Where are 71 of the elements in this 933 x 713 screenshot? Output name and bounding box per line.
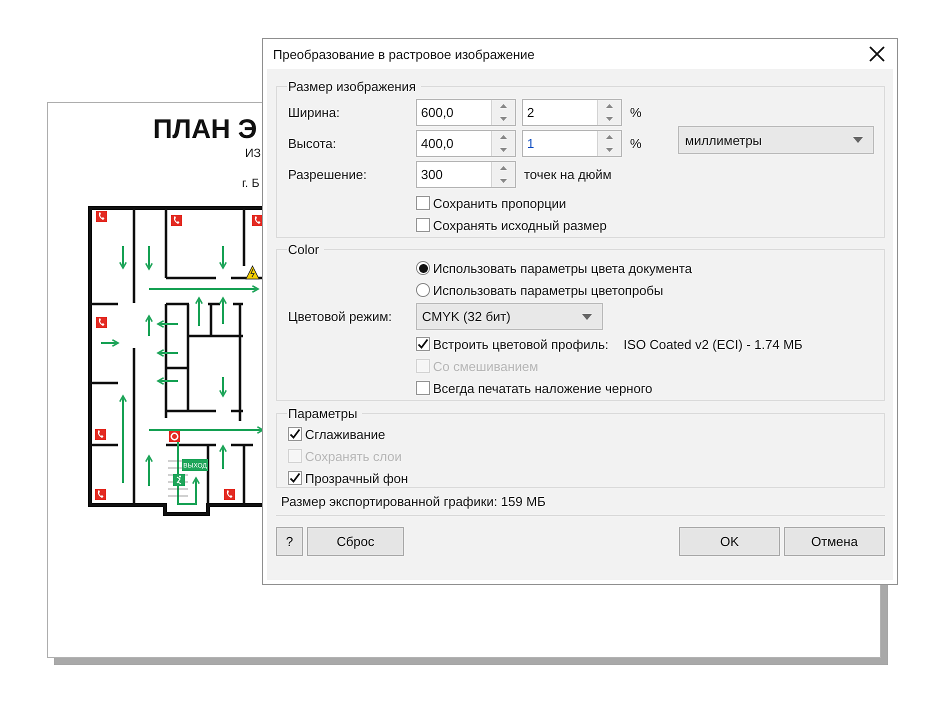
number-field[interactable]: 300: [416, 161, 516, 188]
up-caret-icon[interactable]: [500, 135, 507, 140]
field-label: Разрешение:: [288, 167, 368, 182]
number-field[interactable]: 400,0: [416, 130, 516, 157]
checkbox-label: Всегда печатать наложение черного: [433, 380, 652, 396]
up-caret-icon[interactable]: [606, 104, 613, 108]
checkbox[interactable]: [416, 218, 430, 232]
checkbox[interactable]: [288, 427, 302, 441]
phone-icon: [96, 211, 107, 222]
up-caret-icon[interactable]: [500, 104, 507, 108]
warning-icon: [245, 265, 260, 280]
export-size-text: Размер экспортированной графики: 159 МБ: [281, 494, 547, 510]
radio-button[interactable]: [416, 261, 430, 275]
close-button[interactable]: [868, 45, 886, 63]
down-caret-icon[interactable]: [606, 148, 613, 152]
up-caret-icon[interactable]: [500, 166, 507, 170]
checkbox-label: Встроить цветовой профиль:: [433, 336, 609, 352]
unit-label: %: [630, 136, 642, 151]
dropdown-caret-icon: [582, 314, 592, 320]
phone-icon: [171, 215, 182, 226]
dropdown-caret-icon: [853, 137, 863, 143]
field-label: Ширина:: [288, 105, 341, 120]
group-title: Размер изображения: [287, 79, 417, 94]
percent-field[interactable]: 1: [522, 130, 622, 157]
check-icon: [289, 428, 301, 440]
plan-address: г. Б: [242, 176, 260, 190]
help-button[interactable]: ?: [276, 527, 303, 556]
cancel-button[interactable]: Отмена: [784, 527, 885, 556]
group-title: Параметры: [287, 406, 358, 421]
field-label: Высота:: [288, 136, 338, 151]
checkbox-label: Сглаживание: [305, 426, 386, 442]
window-title: Преобразование в растровое изображение: [273, 46, 535, 62]
down-caret-icon[interactable]: [500, 116, 507, 121]
phone-icon: [96, 317, 107, 328]
checkbox[interactable]: [416, 381, 430, 395]
checkbox[interactable]: [416, 337, 430, 351]
plan-title: ПЛАН Э: [153, 114, 258, 145]
down-caret-icon[interactable]: [500, 148, 507, 152]
checkbox-label: Со смешиванием: [433, 358, 538, 374]
unit-label: %: [630, 105, 642, 120]
color-mode-dropdown[interactable]: CMYK (32 бит): [416, 303, 603, 330]
number-field[interactable]: 600,0: [416, 99, 516, 126]
phone-icon: [95, 429, 106, 440]
check-icon: [417, 338, 429, 350]
ok-button[interactable]: OK: [679, 527, 780, 556]
phone-icon: [95, 489, 106, 500]
running-figure-icon: [173, 474, 185, 486]
units-dropdown[interactable]: миллиметры: [678, 126, 874, 154]
close-icon: [869, 46, 885, 62]
radio-button[interactable]: [416, 283, 430, 297]
checkbox-label: Прозрачный фон: [305, 470, 408, 486]
down-caret-icon[interactable]: [606, 116, 613, 121]
field-label: Цветовой режим:: [288, 309, 393, 324]
up-caret-icon[interactable]: [606, 135, 613, 140]
checkbox-label: Сохранять исходный размер: [433, 218, 607, 232]
checkbox[interactable]: [416, 196, 430, 210]
checkbox[interactable]: [288, 471, 302, 485]
down-caret-icon[interactable]: [500, 178, 507, 183]
alarm-icon: [169, 431, 180, 442]
check-icon: [289, 472, 301, 484]
profile-name: ISO Coated v2 (ECI) - 1.74 МБ: [624, 336, 803, 352]
percent-field[interactable]: 2: [522, 99, 622, 126]
unit-label: точек на дюйм: [524, 167, 612, 182]
group-title: Color: [287, 242, 320, 257]
phone-icon: [224, 489, 235, 500]
radio-label: Использовать параметры цветопробы: [433, 282, 664, 298]
checkbox-label: Сохранять слои: [305, 448, 402, 464]
checkbox-label: Сохранить пропорции: [433, 196, 566, 210]
radio-label: Использовать параметры цвета документа: [433, 260, 692, 276]
plan-subtitle: ИЗ: [245, 146, 261, 160]
reset-button[interactable]: Сброс: [307, 527, 404, 556]
